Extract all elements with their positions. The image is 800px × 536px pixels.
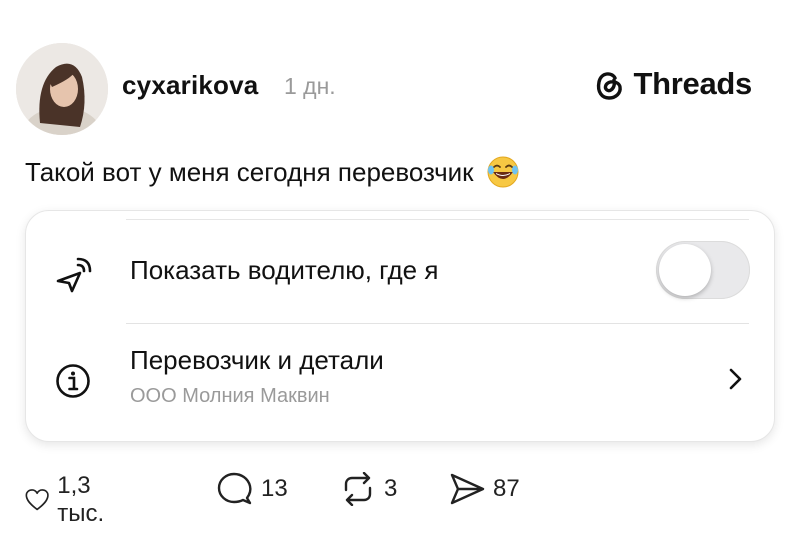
brand-name: Threads [633,66,753,101]
heart-icon [25,489,49,511]
location-share-icon [56,257,92,293]
carrier-details-label[interactable]: Перевозчик и детали [130,345,384,376]
avatar[interactable] [16,43,108,135]
share-location-label: Показать водителю, где я [130,255,439,285]
post-timestamp: 1 дн. [284,73,336,99]
laughing-tears-emoji [487,156,519,188]
replies-count: 13 [261,475,288,502]
comment-icon [217,472,252,505]
avatar-image [16,43,108,135]
repost-icon [344,472,372,506]
share-location-toggle[interactable] [656,241,750,299]
shares-count: 87 [493,475,520,502]
share-button[interactable]: 87 [449,472,520,506]
info-icon [56,364,90,398]
repost-button[interactable]: 3 [340,472,397,506]
like-button[interactable]: 1,3 тыс. [25,472,116,528]
reply-button[interactable]: 13 [217,472,288,506]
divider [126,219,749,220]
threads-brand: Threads [594,66,753,102]
toggle-knob [659,244,711,296]
username[interactable]: cyxarikova [122,70,258,101]
carrier-name: ООО Молния Маквин [130,385,330,407]
post-text: Такой вот у меня сегодня перевозчик [25,155,520,189]
embedded-screenshot-card: Показать водителю, где я Перевозчик и де… [25,210,775,442]
reposts-count: 3 [384,475,398,502]
threads-logo-icon [596,72,622,100]
send-icon [450,473,485,505]
likes-count: 1,3 тыс. [57,472,105,527]
divider [126,323,749,324]
chevron-right-icon[interactable] [726,365,746,393]
post-body: Такой вот у меня сегодня перевозчик [25,156,474,187]
